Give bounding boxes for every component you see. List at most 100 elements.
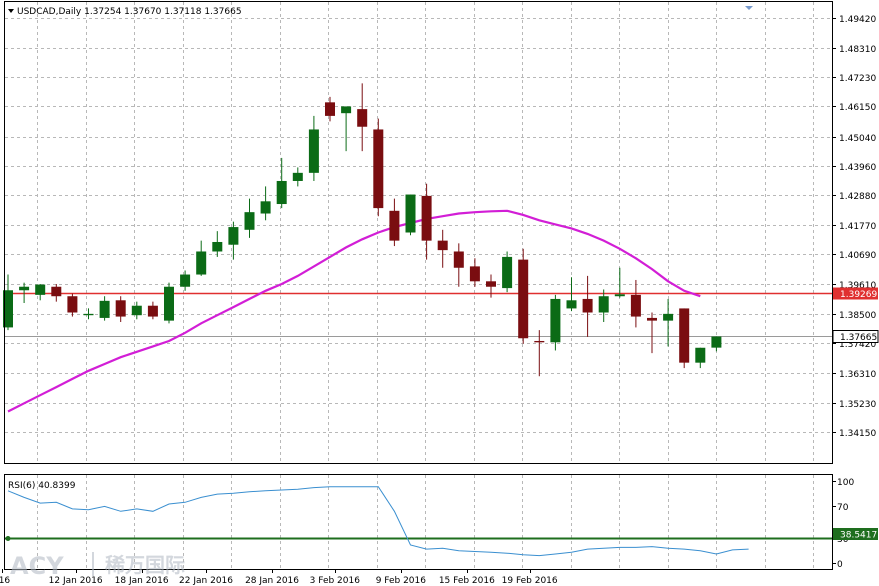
- price-tick-label: 1.40690: [839, 251, 876, 261]
- candle: [357, 83, 368, 152]
- horizontal-line-price-text: 1.39269: [840, 290, 877, 300]
- candle-body: [147, 305, 158, 317]
- watermark-brand: ACY: [10, 552, 64, 580]
- candle-body: [550, 298, 561, 343]
- shift-marker-icon[interactable]: [745, 6, 753, 10]
- candle: [292, 167, 303, 187]
- candle-body: [180, 274, 191, 287]
- candle: [373, 118, 384, 217]
- candle-body: [357, 109, 368, 127]
- candle: [582, 275, 593, 337]
- main-pane-border: [4, 1, 833, 464]
- price-tick-label: 1.34150: [839, 429, 876, 439]
- candle-body: [341, 106, 352, 114]
- price-tick-label: 1.49420: [839, 15, 876, 25]
- candle: [598, 289, 609, 322]
- candle: [534, 330, 545, 377]
- candle-body: [115, 300, 126, 317]
- price-tick-label: 1.36310: [839, 370, 876, 380]
- time-tick-label: 9 Feb 2016: [376, 576, 427, 586]
- candle: [260, 186, 271, 221]
- candle: [276, 157, 287, 209]
- candle-body: [389, 210, 400, 241]
- candle: [228, 221, 239, 260]
- candle: [51, 284, 62, 302]
- candle-body: [308, 129, 319, 173]
- rsi-polyline: [7, 486, 749, 557]
- rsi-current-text: 38.5417: [840, 531, 877, 541]
- candle-body: [196, 251, 207, 275]
- rsi-indicator-label: RSI(6) 40.8399: [8, 481, 76, 491]
- candle: [647, 312, 657, 354]
- chart-canvas[interactable]: 1.49420 1.48310 1.47230 1.46150 1.45040 1.439…: [0, 0, 879, 586]
- candle-body: [35, 284, 46, 295]
- candle: [99, 296, 110, 321]
- candle: [421, 183, 432, 260]
- candle: [180, 270, 191, 291]
- price-tick-label: 1.48310: [839, 45, 876, 55]
- candle-body: [405, 194, 416, 233]
- candle: [35, 284, 46, 301]
- candle-body: [663, 313, 674, 321]
- candle-body: [51, 286, 62, 297]
- price-tick-label: 1.38500: [839, 311, 876, 321]
- time-tick-label: 15 Feb 2016: [439, 576, 495, 586]
- candle: [518, 248, 529, 344]
- candle-body: [164, 286, 174, 321]
- candle-body: [244, 212, 255, 230]
- candle-body: [518, 259, 529, 339]
- rsi-current-tag: 38.5417: [833, 528, 878, 541]
- price-tick-label: 1.41770: [839, 222, 876, 232]
- candle: [502, 251, 513, 293]
- candle: [147, 301, 158, 320]
- time-tick-label: 19 Feb 2016: [502, 576, 558, 586]
- candle-body: [276, 180, 287, 205]
- candle: [115, 296, 126, 322]
- candle: [630, 279, 641, 328]
- candlesticks: [3, 83, 722, 377]
- candle-body: [437, 240, 448, 251]
- rsi-tick-label: 70: [837, 503, 849, 513]
- symbol-menu-triangle-icon[interactable]: [8, 9, 14, 13]
- candle-body: [212, 241, 223, 252]
- candle-body: [486, 281, 496, 287]
- candle: [389, 198, 400, 247]
- candle: [131, 301, 142, 320]
- rsi-axis: 10070300: [832, 478, 854, 570]
- rsi-level-lines: [5, 536, 832, 541]
- symbol-ohlc-label: USDCAD,Daily 1.37254 1.37670 1.37118 1.3…: [17, 7, 242, 17]
- candle: [308, 115, 319, 181]
- time-tick-label: 28 Jan 2016: [245, 576, 299, 586]
- price-tick-label: 1.35230: [839, 400, 876, 410]
- candle-body: [695, 347, 706, 363]
- price-tick-label: 1.45040: [839, 134, 876, 144]
- price-tick-label: 1.42880: [839, 192, 876, 202]
- time-tick-label: 22 Jan 2016: [179, 576, 233, 586]
- watermark-divider: [92, 552, 94, 576]
- candle: [341, 106, 352, 152]
- price-tick-label: 1.46150: [839, 103, 876, 113]
- candle: [679, 308, 690, 369]
- candle-body: [67, 296, 78, 313]
- candle-body: [679, 308, 690, 363]
- price-tick-label: 1.43960: [839, 163, 876, 173]
- rsi-level-handle: [5, 536, 11, 541]
- candle-body: [260, 201, 271, 214]
- rsi-line: [7, 486, 749, 557]
- candle-body: [325, 102, 335, 116]
- candle: [469, 258, 480, 287]
- candle-body: [99, 300, 110, 318]
- candle-body: [598, 296, 609, 313]
- candle-body: [228, 227, 239, 245]
- candle-body: [292, 172, 303, 181]
- candle-body: [373, 129, 384, 209]
- candle: [244, 198, 255, 238]
- candle: [405, 194, 416, 236]
- candle-body: [534, 340, 545, 343]
- price-axis: 1.49420 1.48310 1.47230 1.46150 1.45040 1.439…: [832, 15, 876, 439]
- candle-body: [582, 298, 593, 313]
- rsi-tick-label: 100: [837, 478, 854, 488]
- candle: [212, 231, 223, 257]
- time-tick-label: 016: [0, 576, 10, 586]
- candle-body: [19, 286, 30, 291]
